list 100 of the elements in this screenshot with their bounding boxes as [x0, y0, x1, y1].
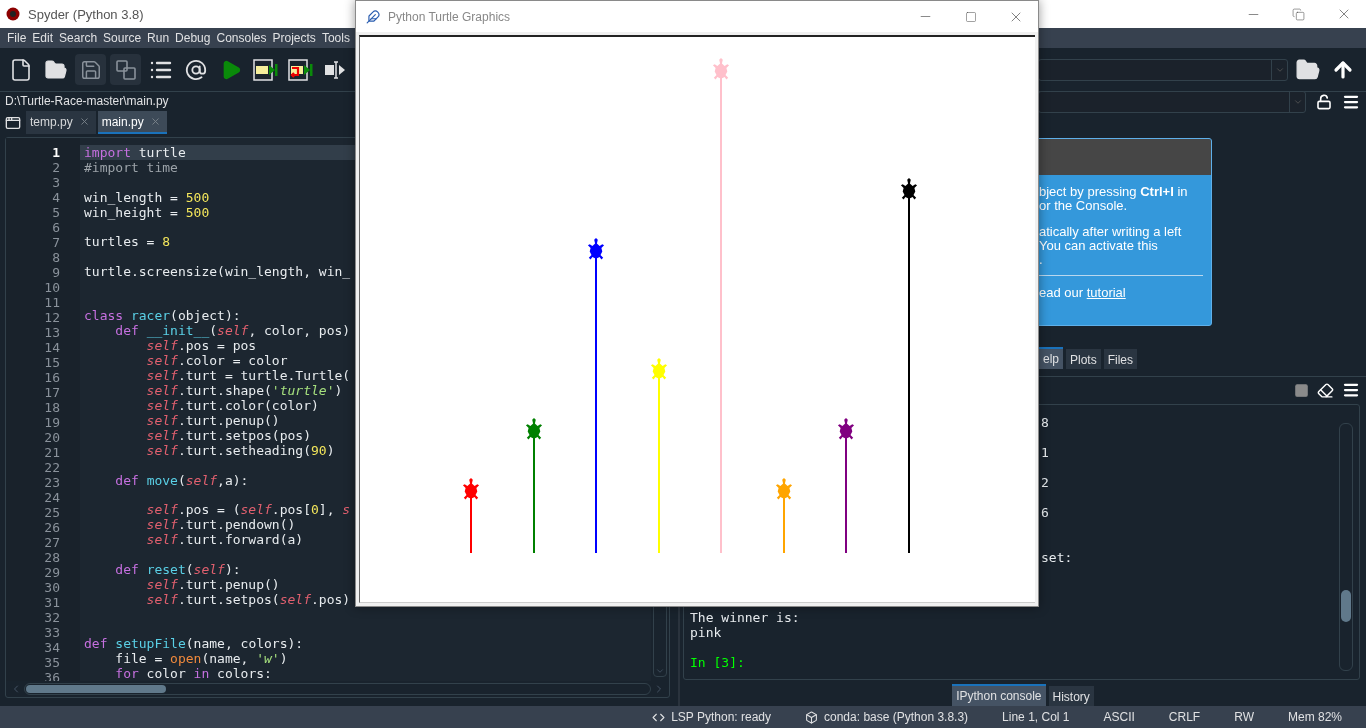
file-tab[interactable]: main.py: [97, 111, 167, 134]
pane-tab[interactable]: elp: [1039, 347, 1063, 369]
open-folder-icon[interactable]: [43, 57, 68, 82]
line-number: 27: [44, 535, 60, 550]
line-number: 26: [44, 520, 60, 535]
console-output: 6: [1041, 505, 1049, 520]
app-icon: [6, 7, 20, 21]
line-number: 19: [44, 415, 60, 430]
cube-icon: [805, 710, 818, 724]
window-title: Python Turtle Graphics: [388, 9, 511, 24]
line-number: 5: [52, 205, 60, 220]
browse-tabs-icon[interactable]: [5, 115, 21, 131]
restore-icon[interactable]: [1292, 7, 1305, 21]
line-number: 15: [44, 355, 60, 370]
pane-tab[interactable]: Plots: [1066, 349, 1101, 369]
console-output: 1: [1041, 445, 1049, 460]
line-number: 9: [52, 265, 60, 280]
code-line: self.turt.penup(): [145, 412, 281, 428]
close-icon[interactable]: [78, 116, 90, 127]
line-number: 34: [44, 640, 60, 655]
status-text: conda: base (Python 3.8.3): [824, 710, 969, 724]
code-line: self.turt.forward(a): [145, 532, 305, 548]
status-text: RW: [1234, 710, 1254, 724]
line-number: 11: [44, 295, 60, 310]
menu-item[interactable]: Tools: [320, 31, 351, 45]
close-icon[interactable]: [149, 116, 161, 127]
code-line: self.pos = pos: [145, 337, 258, 353]
line-number: 1: [52, 145, 60, 160]
file-tab[interactable]: temp.py: [26, 111, 96, 134]
line-number: 29: [44, 565, 60, 580]
lock-icon[interactable]: [1316, 94, 1332, 110]
line-number: 14: [44, 340, 60, 355]
code-line: self.turt = turtle.Turtle(: [145, 367, 352, 383]
save-all-icon[interactable]: [114, 58, 137, 81]
code-line: #import time: [83, 160, 179, 175]
menu-item[interactable]: Search: [58, 31, 99, 45]
line-number: 33: [44, 625, 60, 640]
menu-item[interactable]: Edit: [31, 31, 55, 45]
line-number: 28: [44, 550, 60, 565]
line-number: 7: [52, 235, 60, 250]
feather-icon: [366, 9, 380, 24]
code-line: self.turt.setheading(90): [145, 442, 336, 458]
status-text: CRLF: [1168, 710, 1201, 724]
at-sign-icon[interactable]: [184, 58, 207, 81]
code-line: def __init__(self, color, pos): [114, 322, 352, 338]
code-line: file = open(name, 'w'): [114, 650, 289, 666]
line-number: 12: [44, 310, 60, 325]
status-text: ASCII: [1103, 710, 1135, 724]
line-number: 18: [44, 400, 60, 415]
menu-item[interactable]: Projects: [271, 31, 317, 45]
pane-tab[interactable]: IPython console: [952, 684, 1046, 706]
pane-tab[interactable]: Files: [1103, 349, 1138, 369]
run-cell-icon[interactable]: [252, 57, 279, 82]
vertical-scrollbar[interactable]: [1339, 423, 1353, 671]
code-line: self.turt.color(color): [145, 397, 320, 413]
eraser-icon[interactable]: [1317, 381, 1334, 399]
help-text: ead our tutorial: [1039, 286, 1127, 300]
console-prompt: In [3]:: [690, 655, 745, 670]
menu-item[interactable]: Run: [146, 31, 171, 45]
status-text: LSP Python: ready: [671, 710, 771, 724]
code-line: win_length = 500: [83, 189, 211, 205]
pane-tab[interactable]: History: [1048, 686, 1094, 706]
line-number: 4: [52, 190, 60, 205]
menu-item[interactable]: Debug: [174, 31, 212, 45]
menu-item[interactable]: Source: [102, 31, 143, 45]
code-line: self.pos = (self.pos[0], s: [145, 502, 352, 518]
console-output: 8: [1041, 415, 1049, 430]
maximize-icon[interactable]: [964, 10, 977, 23]
save-icon[interactable]: [79, 58, 102, 81]
code-line: self.turt.shape('turtle'): [145, 382, 344, 398]
menu-item[interactable]: Consoles: [215, 31, 268, 45]
dropdown-caret-icon: [1292, 97, 1303, 107]
code-line: self.turt.setpos(pos): [145, 427, 312, 443]
line-number: 31: [44, 595, 60, 610]
code-line: def move(self,a):: [114, 472, 250, 488]
help-text: atically after writing a left: [1039, 225, 1183, 239]
menu-item[interactable]: File: [6, 31, 28, 45]
console-output: The winner is:: [690, 610, 800, 625]
code-line: class racer(object):: [83, 307, 242, 323]
menu-icon[interactable]: [1342, 93, 1360, 111]
line-number: 8: [52, 250, 60, 265]
line-number: 13: [44, 325, 60, 340]
help-text: bject by pressing Ctrl+I in: [1039, 185, 1189, 199]
console-output: pink: [690, 625, 722, 640]
menu-icon[interactable]: [1342, 381, 1360, 399]
run-cell-advance-icon[interactable]: [287, 57, 314, 82]
file-path: D:\Turtle-Race-master\main.py: [4, 93, 170, 110]
help-text: .: [1039, 253, 1044, 267]
line-number: 16: [44, 370, 60, 385]
line-number: 24: [44, 490, 60, 505]
code-line: turtle.screensize(win_length, win_: [83, 263, 352, 279]
line-number: 32: [44, 610, 60, 625]
code-line: def setupFile(name, colors):: [83, 635, 305, 651]
stop-icon[interactable]: [1294, 382, 1309, 398]
line-number: 22: [44, 460, 60, 475]
code-line: for color in colors:: [114, 665, 273, 681]
line-number: 6: [52, 220, 60, 235]
line-number: 35: [44, 655, 60, 670]
line-number: 25: [44, 505, 60, 520]
line-number: 20: [44, 430, 60, 445]
